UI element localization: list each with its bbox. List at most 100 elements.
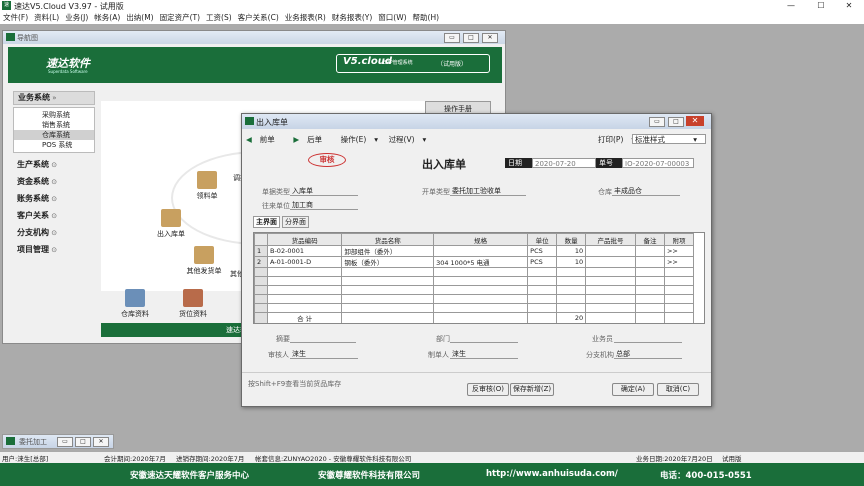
sidebar-group[interactable]: 生产系统 ⊙ [17,159,95,171]
sidebar-group[interactable]: 项目管理 ⊙ [17,244,95,256]
table-row[interactable] [254,267,695,277]
salesman-field[interactable] [614,333,682,343]
flow-inout-label: 出入库单 [157,230,185,238]
maximize-icon[interactable]: ☐ [806,0,836,12]
ok-button[interactable]: 确定(A) [612,383,654,396]
cell-qty[interactable]: 10 [556,245,587,257]
nav-close-icon[interactable]: ✕ [482,33,498,43]
minwin-restore-icon[interactable]: ▭ [57,437,73,447]
nav-restore-icon[interactable]: □ [463,33,479,43]
cell-code[interactable]: A-01-0001-D [266,256,343,268]
menu-item[interactable]: 出纳(M) [126,12,153,24]
cell-extra[interactable]: >> [663,256,695,268]
cell-unit[interactable]: PCS [527,245,558,257]
unaudit-button[interactable]: 反审核(O) [467,383,509,396]
cell-code[interactable]: B-02-0001 [266,245,343,257]
column-header[interactable]: 货品名称 [341,233,435,246]
cell-extra[interactable]: >> [663,245,695,257]
next-button[interactable]: ▶ 后单 [293,135,330,144]
sidebar-subitem[interactable]: 仓库系统 [14,130,94,140]
column-header[interactable]: 单位 [527,233,558,246]
menu-item[interactable]: 资料(L) [34,12,59,24]
table-row[interactable]: 2 A-01-0001-D 钢板（委外） 304 1000*5 电通 PCS 10 >> [254,256,695,268]
print-menu[interactable]: 打印(P)▾ [598,134,635,145]
menu-item[interactable]: 窗口(W) [378,12,406,24]
dept-field[interactable] [450,333,518,343]
sidebar-group[interactable]: 账务系统 ⊙ [17,193,95,205]
menu-item[interactable]: 工资(S) [206,12,232,24]
date-field[interactable]: 2020-07-20 [532,158,596,168]
src-type-field[interactable]: 委托加工验收单 [450,186,526,196]
footer-company: 安徽尊耀软件科技有限公司 [318,471,421,481]
table-row[interactable] [254,276,695,286]
menu-item[interactable]: 文件(F) [3,12,28,24]
minwin-max-icon[interactable]: □ [75,437,91,447]
sidebar-group[interactable]: 业务系统 » [13,91,95,105]
dialog-icon [245,117,254,125]
cell-batch[interactable] [585,256,636,268]
table-row[interactable] [254,303,695,313]
table-row[interactable]: 合 计 20 [254,312,695,323]
menu-item[interactable]: 财务报表(Y) [332,12,372,24]
cell-qty[interactable]: 10 [556,256,587,268]
warehouse-data[interactable]: 仓库资料 [115,289,155,319]
column-header[interactable]: 产品批号 [585,233,636,246]
close-icon[interactable]: ✕ [834,0,864,12]
dialog-minimize-icon[interactable]: ▭ [649,117,665,127]
tab-split[interactable]: 分界面 [282,216,309,228]
column-header[interactable]: 数量 [556,233,587,246]
cell-spec[interactable] [433,245,529,257]
menu-item[interactable]: 帮助(H) [413,12,440,24]
cell-batch[interactable] [585,245,636,257]
minwin-close-icon[interactable]: ✕ [93,437,109,447]
flow-material[interactable]: 领料单 [187,171,227,201]
cancel-button[interactable]: 取消(C) [657,383,699,396]
menu-item[interactable]: 业务报表(R) [285,12,326,24]
sidebar-group[interactable]: 客户关系 ⊙ [17,210,95,222]
flow-other-ship[interactable]: 其他发货单 [179,246,229,276]
table-row[interactable] [254,294,695,304]
sidebar-group[interactable]: 资金系统 ⊙ [17,176,95,188]
save-new-button[interactable]: 保存新增(Z) [510,383,554,396]
sidebar-subitem[interactable]: 采购系统 [14,110,94,120]
menu-item[interactable]: 固定资产(T) [160,12,200,24]
cell-spec[interactable]: 304 1000*5 电通 [433,256,529,268]
menu-item[interactable]: 业务(J) [65,12,88,24]
prev-button[interactable]: ◀ 前单 [246,135,283,144]
dialog-restore-icon[interactable]: □ [668,117,684,127]
table-row[interactable]: 1 B-02-0001 卸部组件（委外） PCS 10 >> [254,245,695,257]
dialog-close-icon[interactable]: ✕ [686,116,704,126]
sidebar-group[interactable]: 分支机构 ⊙ [17,227,95,239]
nav-minimize-icon[interactable]: ▭ [444,33,460,43]
process-menu[interactable]: 过程(V) ▾ [389,135,427,144]
column-header[interactable]: 规格 [433,233,529,246]
menu-item[interactable]: 客户关系(C) [238,12,279,24]
location-data[interactable]: 货位资料 [173,289,213,319]
divider [242,372,711,373]
minimized-window[interactable]: 委托加工 ▭ □ ✕ [2,434,114,449]
cell-name[interactable]: 钢板（委外） [341,256,435,268]
minimize-icon[interactable]: — [776,0,806,12]
doc-type-field[interactable]: 入库单 [290,186,358,196]
chevron-icon: ⊙ [49,212,58,220]
sidebar-subitem[interactable]: POS 系统 [14,140,94,150]
cell-note[interactable] [635,245,665,257]
number-field[interactable]: IO-2020-07-00003 [622,158,694,168]
column-header[interactable]: 备注 [635,233,665,246]
warehouse-field[interactable]: 丰成品仓 [612,186,680,196]
column-header[interactable]: 货品编码 [266,233,343,246]
items-grid[interactable]: 货品编码 货品名称 规格 单位 数量 产品批号 备注 附项 1 B-02-0001 卸部组件（委外）… [253,232,705,324]
cell-note[interactable] [635,256,665,268]
menu-item[interactable]: 帐务(A) [94,12,120,24]
unit-field[interactable]: 加工商 [290,200,358,210]
operation-menu[interactable]: 操作(E) ▾ [341,135,378,144]
tab-main[interactable]: 主界面 [253,216,280,228]
table-row[interactable] [254,285,695,295]
cell-name[interactable]: 卸部组件（委外） [341,245,435,257]
memo-field[interactable] [290,333,356,343]
column-header[interactable]: 附项 [663,233,695,246]
print-style-select[interactable]: 标准样式 ▾ [632,134,706,144]
flow-inout[interactable]: 出入库单 [151,209,191,239]
sidebar-subitem[interactable]: 销售系统 [14,120,94,130]
cell-unit[interactable]: PCS [527,256,558,268]
